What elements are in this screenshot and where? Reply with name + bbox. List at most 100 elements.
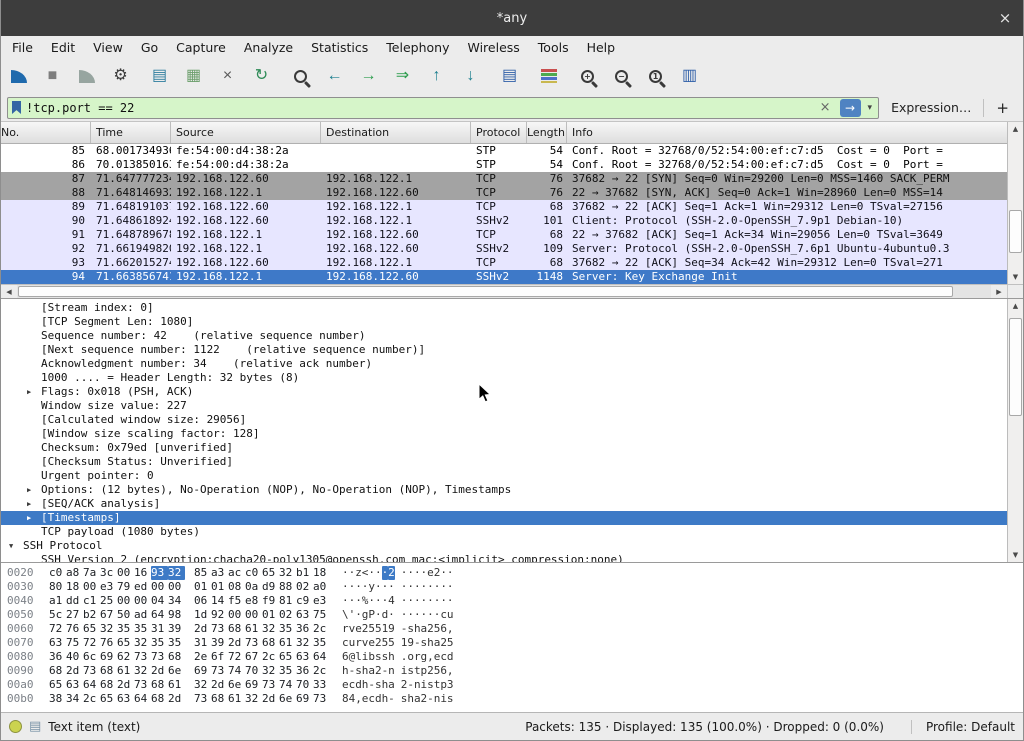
- detail-row[interactable]: SSH Version 2 (encryption:chacha20-poly1…: [1, 553, 1007, 562]
- packet-row[interactable]: 8971.648191037192.168.122.60192.168.122.…: [1, 200, 1007, 214]
- detail-row[interactable]: [TCP Segment Len: 1080]: [1, 315, 1007, 329]
- packet-list-vscrollbar[interactable]: ▲ ▼: [1007, 122, 1023, 284]
- packet-row[interactable]: 9071.648618924192.168.122.60192.168.122.…: [1, 214, 1007, 228]
- packet-row[interactable]: 8568.001734936fe:54:00:d4:38:2aSTP54Conf…: [1, 144, 1007, 158]
- menu-view[interactable]: View: [84, 38, 132, 57]
- detail-row[interactable]: 1000 .... = Header Length: 32 bytes (8): [1, 371, 1007, 385]
- expert-info-icon[interactable]: [9, 720, 22, 733]
- detail-row[interactable]: Acknowledgment number: 34 (relative ack …: [1, 357, 1007, 371]
- go-forward-icon[interactable]: →: [355, 63, 382, 90]
- detail-row[interactable]: [Calculated window size: 29056]: [1, 413, 1007, 427]
- detail-row[interactable]: ▶Flags: 0x018 (PSH, ACK): [1, 385, 1007, 399]
- packet-row[interactable]: 9371.662015274192.168.122.60192.168.122.…: [1, 256, 1007, 270]
- menu-file[interactable]: File: [3, 38, 42, 57]
- capture-comment-icon[interactable]: ▤: [29, 719, 41, 734]
- colorize-packets-icon[interactable]: [535, 63, 562, 90]
- close-capture-file-icon[interactable]: ×: [214, 63, 241, 90]
- packet-row[interactable]: 9471.663856741192.168.122.1192.168.122.6…: [1, 270, 1007, 284]
- detail-row[interactable]: ▶[SEQ/ACK analysis]: [1, 497, 1007, 511]
- menu-help[interactable]: Help: [578, 38, 625, 57]
- detail-row[interactable]: Urgent pointer: 0: [1, 469, 1007, 483]
- menu-tools[interactable]: Tools: [529, 38, 578, 57]
- column-header-info[interactable]: Info: [567, 122, 1007, 143]
- scroll-up-icon[interactable]: ▲: [1008, 299, 1023, 313]
- profile-button[interactable]: Profile: Default: [911, 720, 1015, 734]
- go-back-icon[interactable]: ←: [321, 63, 348, 90]
- column-header-source[interactable]: Source: [171, 122, 321, 143]
- menu-capture[interactable]: Capture: [167, 38, 235, 57]
- filter-bookmark-icon[interactable]: [12, 101, 21, 114]
- stop-capture-icon[interactable]: ■: [39, 63, 66, 90]
- detail-row[interactable]: [Stream index: 0]: [1, 301, 1007, 315]
- details-vscrollbar[interactable]: ▲ ▼: [1007, 299, 1023, 562]
- zoom-in-icon[interactable]: +: [574, 63, 601, 90]
- hex-row[interactable]: 0020c0a87a3c0016933285a3acc06532b118··z<…: [7, 566, 1023, 580]
- go-to-packet-icon[interactable]: ⇒: [389, 63, 416, 90]
- open-capture-file-icon[interactable]: ▤: [146, 63, 173, 90]
- menu-wireless[interactable]: Wireless: [458, 38, 528, 57]
- expression-button[interactable]: Expression…: [883, 100, 979, 115]
- capture-options-icon[interactable]: ⚙: [107, 63, 134, 90]
- hex-row[interactable]: 0090682d736861322d6e697374703235362ch-sh…: [7, 664, 1023, 678]
- scroll-down-icon[interactable]: ▼: [1008, 270, 1023, 284]
- vscroll-track[interactable]: [1008, 313, 1023, 548]
- hex-row[interactable]: 00b038342c656364682d736861322d6e697384,e…: [7, 692, 1023, 706]
- detail-row[interactable]: [Checksum Status: Unverified]: [1, 455, 1007, 469]
- column-header-protocol[interactable]: Protocol: [471, 122, 527, 143]
- hex-row[interactable]: 008036406c69627373682e6f72672c6563646@li…: [7, 650, 1023, 664]
- hex-row[interactable]: 0030801800e379ed00000101080ad98802a0····…: [7, 580, 1023, 594]
- detail-row[interactable]: ▶Options: (12 bytes), No-Operation (NOP)…: [1, 483, 1007, 497]
- resize-columns-icon[interactable]: ▥: [676, 63, 703, 90]
- column-header-time[interactable]: Time: [91, 122, 171, 143]
- vscroll-thumb[interactable]: [1009, 210, 1022, 253]
- close-window-icon[interactable]: ×: [987, 9, 1023, 27]
- zoom-out-icon[interactable]: −: [608, 63, 635, 90]
- menu-statistics[interactable]: Statistics: [302, 38, 377, 57]
- display-filter-input[interactable]: !tcp.port == 22 × → ▾: [7, 97, 879, 119]
- filter-dropdown-icon[interactable]: ▾: [866, 103, 875, 113]
- auto-scroll-icon[interactable]: ▤: [496, 63, 523, 90]
- packet-list-hscrollbar[interactable]: ◀ ▶: [1, 284, 1023, 298]
- detail-row[interactable]: [Next sequence number: 1122 (relative se…: [1, 343, 1007, 357]
- menu-go[interactable]: Go: [132, 38, 167, 57]
- packet-row[interactable]: 8670.013850163fe:54:00:d4:38:2aSTP54Conf…: [1, 158, 1007, 172]
- display-filter-value[interactable]: !tcp.port == 22: [26, 101, 811, 115]
- packet-row[interactable]: 8771.647777234192.168.122.60192.168.122.…: [1, 172, 1007, 186]
- hex-row[interactable]: 006072766532353531392d7368613235362crve2…: [7, 622, 1023, 636]
- restart-capture-icon[interactable]: [73, 63, 100, 90]
- add-filter-button[interactable]: +: [988, 99, 1017, 117]
- save-capture-file-icon[interactable]: ▦: [180, 63, 207, 90]
- packet-row[interactable]: 9171.648789678192.168.122.1192.168.122.6…: [1, 228, 1007, 242]
- vscroll-track[interactable]: [1008, 136, 1023, 270]
- zoom-original-icon[interactable]: 1: [642, 63, 669, 90]
- scroll-right-icon[interactable]: ▶: [991, 285, 1007, 298]
- detail-row[interactable]: Checksum: 0x79ed [unverified]: [1, 441, 1007, 455]
- apply-filter-icon[interactable]: →: [840, 99, 861, 117]
- clear-filter-icon[interactable]: ×: [816, 100, 835, 115]
- packet-row[interactable]: 9271.661949820192.168.122.1192.168.122.6…: [1, 242, 1007, 256]
- vscroll-thumb[interactable]: [1009, 318, 1022, 417]
- go-first-packet-icon[interactable]: ↑: [423, 63, 450, 90]
- detail-row[interactable]: [Window size scaling factor: 128]: [1, 427, 1007, 441]
- scroll-up-icon[interactable]: ▲: [1008, 122, 1023, 136]
- hscroll-track[interactable]: [17, 285, 991, 298]
- start-capture-icon[interactable]: [5, 63, 32, 90]
- scroll-down-icon[interactable]: ▼: [1008, 548, 1023, 562]
- menu-edit[interactable]: Edit: [42, 38, 84, 57]
- menu-telephony[interactable]: Telephony: [377, 38, 458, 57]
- go-last-packet-icon[interactable]: ↓: [457, 63, 484, 90]
- find-packet-icon[interactable]: [287, 63, 314, 90]
- hex-row[interactable]: 0070637572766532353531392d7368613235curv…: [7, 636, 1023, 650]
- reload-capture-file-icon[interactable]: ↻: [248, 63, 275, 90]
- detail-row[interactable]: ▼SSH Protocol: [1, 539, 1007, 553]
- detail-row[interactable]: Window size value: 227: [1, 399, 1007, 413]
- hex-row[interactable]: 0040a1ddc125000004340614f5e8f981c9e3···%…: [7, 594, 1023, 608]
- detail-row[interactable]: TCP payload (1080 bytes): [1, 525, 1007, 539]
- packet-row[interactable]: 8871.648146932192.168.122.1192.168.122.6…: [1, 186, 1007, 200]
- hex-row[interactable]: 00505c27b26750ad64981d92000001026375\'·g…: [7, 608, 1023, 622]
- scroll-left-icon[interactable]: ◀: [1, 285, 17, 298]
- detail-row[interactable]: ▶[Timestamps]: [1, 511, 1007, 525]
- detail-row[interactable]: Sequence number: 42 (relative sequence n…: [1, 329, 1007, 343]
- column-header-no[interactable]: No.: [1, 122, 91, 143]
- column-header-length[interactable]: Length: [527, 122, 567, 143]
